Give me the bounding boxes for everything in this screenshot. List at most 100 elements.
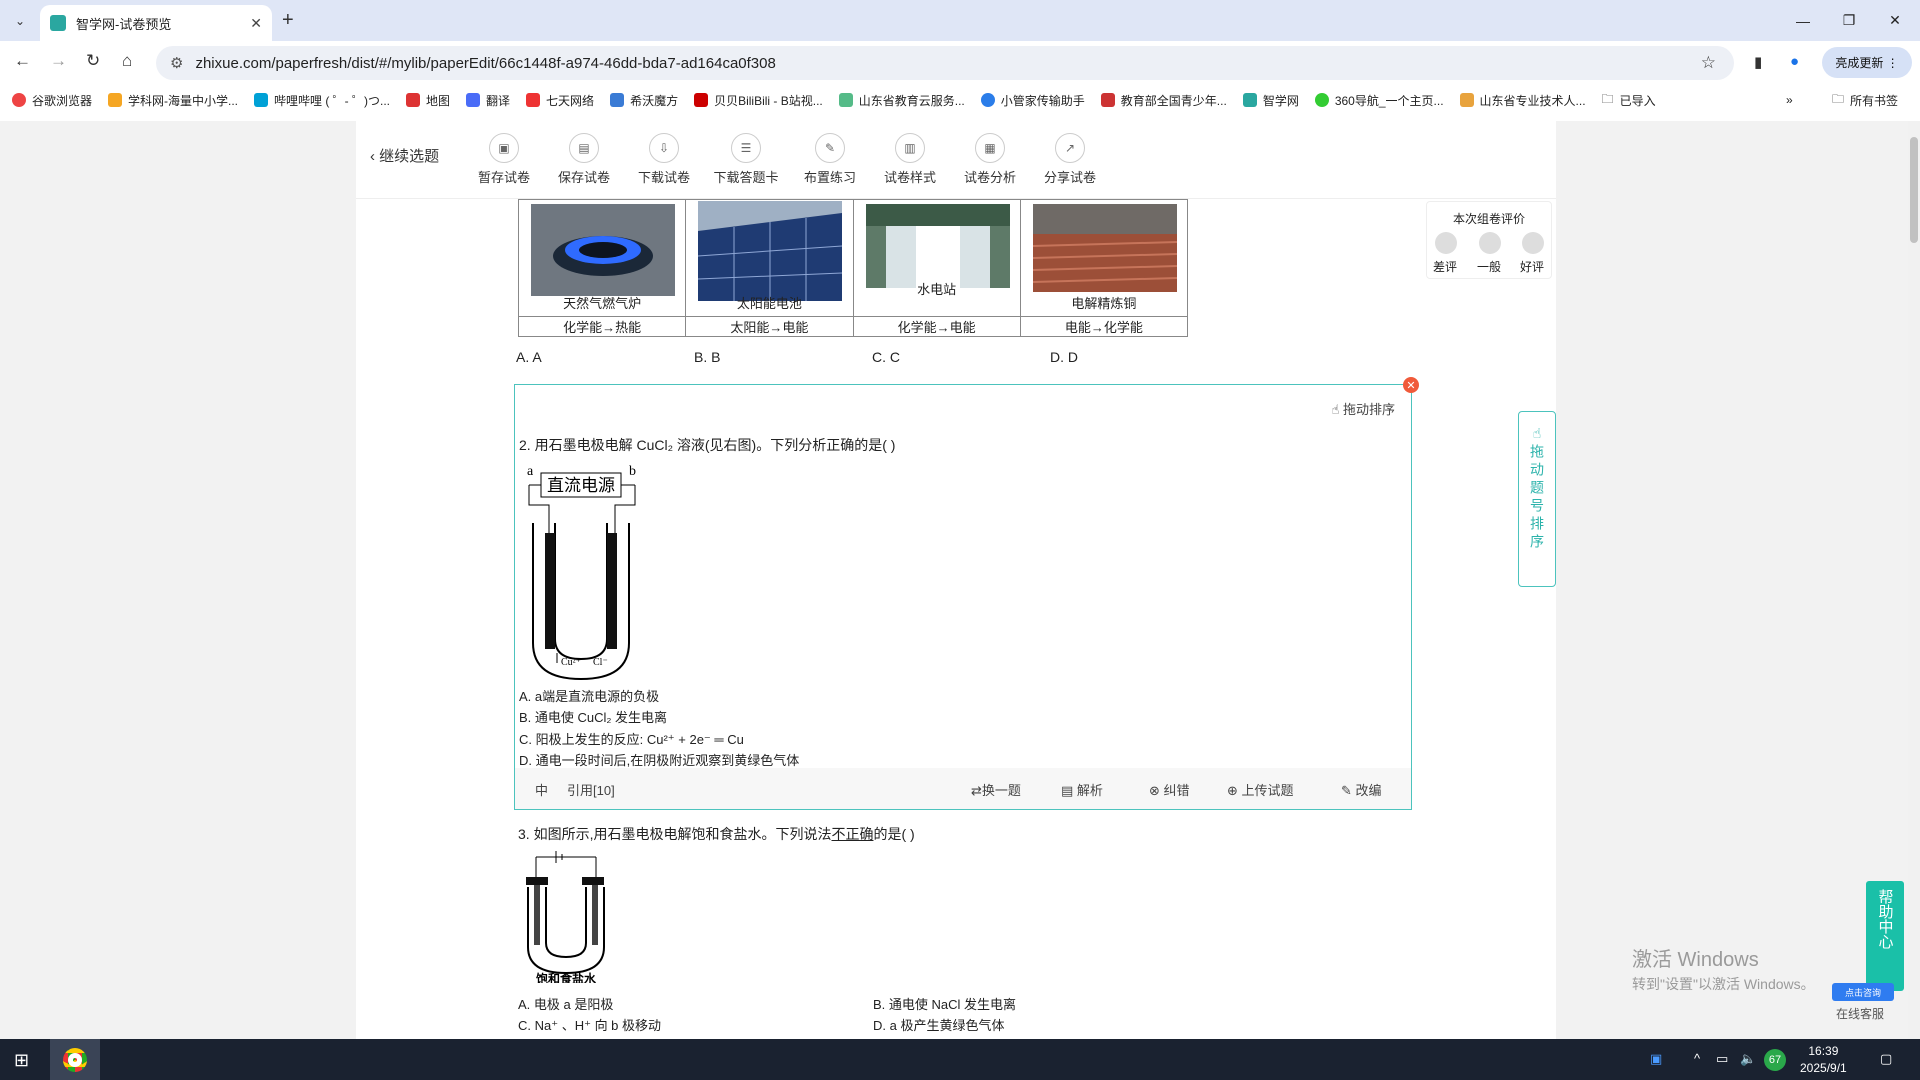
question-card-2[interactable]: ✕ ☝ 拖动排序 2. 用石墨电极电解 CuCl₂ 溶液(见右图)。下列分析正确… <box>514 377 1419 810</box>
bookmark-label: 谷歌浏览器 <box>32 93 93 108</box>
evaluation-title: 本次组卷评价 <box>1452 212 1525 226</box>
tray-chevron-up-icon[interactable]: ^ <box>1694 1051 1700 1066</box>
forward-icon[interactable]: → <box>50 51 67 71</box>
volume-icon[interactable]: 🔈 <box>1740 1051 1756 1067</box>
tab-search-chevron-icon[interactable]: ⌄ <box>8 9 32 33</box>
bookmark-item[interactable]: 360导航_一个主页... <box>1314 92 1444 109</box>
help-center-label: 帮助中心 <box>1876 889 1894 949</box>
q1-energy-conversion: 化学能→热能 <box>517 316 687 337</box>
address-bar[interactable]: ⚙ zhixue.com/paperfresh/dist/#/mylib/pap… <box>156 46 1734 80</box>
bookmark-item[interactable]: 学科网-海量中小学... <box>108 92 238 109</box>
bookmark-item[interactable]: 七天网络 <box>526 92 594 109</box>
consult-button[interactable]: 点击咨询 <box>1832 983 1894 1001</box>
chrome-icon <box>63 1047 87 1072</box>
save-draft-icon: ▣ <box>489 133 519 163</box>
online-service-link[interactable]: 在线客服 <box>1836 1005 1884 1022</box>
bookmark-folder[interactable]: 🗀 已导入 <box>1602 90 1656 111</box>
bookmark-star-icon[interactable]: ☆ <box>1701 53 1716 73</box>
bookmark-item[interactable]: 翻译 <box>466 92 510 109</box>
bookmark-label: 希沃魔方 <box>630 93 679 108</box>
q1-picture-cell: 天然气燃气炉 <box>519 200 685 316</box>
bad-face-icon[interactable] <box>1435 232 1457 254</box>
bookmark-item[interactable]: 希沃魔方 <box>610 92 678 109</box>
remove-question-icon[interactable]: ✕ <box>1403 377 1419 393</box>
map-icon <box>406 93 421 107</box>
toolbar-label: 布置练习 <box>803 170 856 185</box>
bookmark-item[interactable]: 地图 <box>406 92 450 109</box>
q2-cu-ion-label: Cu²⁺ <box>561 657 581 668</box>
q2-option-a: A. a端是直流电源的负极 <box>519 689 660 704</box>
continue-select-button[interactable]: ‹ 继续选题 <box>370 145 439 166</box>
bookmarks-more-icon[interactable]: » <box>1786 85 1793 115</box>
drag-number-sort-panel[interactable]: ☝ 拖动题号排序 <box>1518 411 1556 587</box>
bookmark-label: 哔哩哔哩 ( ゜- ゜)つ... <box>274 93 391 108</box>
paper-evaluation-box: 本次组卷评价 差评 一般 好评 <box>1426 201 1552 279</box>
drag-sort-handle[interactable]: ☝ 拖动排序 <box>1331 399 1395 418</box>
save-paper-button[interactable]: ▤ 保存试卷 <box>544 133 624 186</box>
download-answer-card-button[interactable]: ☰ 下载答题卡 <box>706 133 786 186</box>
update-button[interactable]: 亮成更新 ⋮ <box>1822 47 1912 78</box>
copper-refining-image <box>1032 204 1177 292</box>
chrome-taskbar-button[interactable] <box>50 1039 100 1080</box>
bookmark-item[interactable]: 山东省专业技术人... <box>1459 92 1586 109</box>
page-scrollbar[interactable] <box>1908 121 1920 1039</box>
browser-tab[interactable]: 智学网-试卷预览 ✕ <box>40 5 272 41</box>
paper-style-button[interactable]: ▥ 试卷样式 <box>870 133 950 186</box>
window-close-icon[interactable]: ✕ <box>1872 0 1918 41</box>
bilibili-icon <box>254 93 269 107</box>
bookmark-item[interactable]: 小管家传输助手 <box>980 92 1085 109</box>
q2-option-c: C. 阳极上发生的反应: Cu²⁺ + 2e⁻ ═ Cu <box>519 732 744 747</box>
windows-start-icon[interactable]: ⊞ <box>14 1050 29 1071</box>
analysis-button[interactable]: ▤ 解析 <box>1061 780 1103 799</box>
download-paper-button[interactable]: ⇩ 下载试卷 <box>624 133 704 186</box>
adapt-question-button[interactable]: ✎ 改编 <box>1341 780 1382 799</box>
bookmark-item[interactable]: 教育部全国青少年... <box>1100 92 1227 109</box>
q1-table: 天然气燃气炉 太阳能电池 水电站 电解精炼铜 化学能→热能 太阳能→电能 化学能… <box>517 199 1189 337</box>
close-tab-icon[interactable]: ✕ <box>250 15 262 32</box>
save-draft-button[interactable]: ▣ 暂存试卷 <box>464 133 544 186</box>
q2-stem: 2. 用石墨电极电解 CuCl₂ 溶液(见右图)。下列分析正确的是( ) <box>519 437 896 453</box>
q3-stem-text: 3. 如图所示,用石墨电极电解饱和食盐水。下列说法 <box>518 826 832 842</box>
bookmark-item[interactable]: 贝贝BiliBili - B站视... <box>694 92 823 109</box>
security-badge[interactable]: 67 <box>1764 1049 1786 1071</box>
network-icon[interactable]: ▭ <box>1716 1051 1728 1067</box>
bookmark-item[interactable]: 智学网 <box>1242 92 1299 109</box>
q1-energy-conversion: 电能→化学能 <box>1019 316 1189 337</box>
paper-analysis-button[interactable]: ▦ 试卷分析 <box>950 133 1030 186</box>
site-info-icon[interactable]: ⚙ <box>170 54 183 72</box>
new-tab-icon[interactable]: + <box>282 9 294 32</box>
side-panel-icon[interactable]: ▮ <box>1754 53 1762 71</box>
bookmark-item[interactable]: 山东省教育云服务... <box>838 92 965 109</box>
good-rating-label[interactable]: 好评 <box>1520 258 1544 275</box>
reload-icon[interactable]: ↻ <box>86 51 100 71</box>
tray-app-icon[interactable]: ▣ <box>1650 1051 1662 1067</box>
neutral-face-icon[interactable] <box>1479 232 1501 254</box>
assign-practice-button[interactable]: ✎ 布置练习 <box>790 133 870 186</box>
qitian-icon <box>526 93 541 107</box>
swap-question-button[interactable]: ⇄换一题 <box>971 780 1021 799</box>
home-icon[interactable]: ⌂ <box>122 51 132 71</box>
bookmark-label: 山东省专业技术人... <box>1479 93 1586 108</box>
bookmark-item[interactable]: 哔哩哔哩 ( ゜- ゜)つ... <box>254 92 390 109</box>
browser-toolbar: ← → ↻ ⌂ ⚙ zhixue.com/paperfresh/dist/#/m… <box>0 41 1920 83</box>
report-error-button[interactable]: ⊗ 纠错 <box>1149 780 1190 799</box>
q1-picture-cell: 太阳能电池 <box>686 200 852 316</box>
upload-question-button[interactable]: ⊕ 上传试题 <box>1227 780 1294 799</box>
bad-rating-label[interactable]: 差评 <box>1433 258 1457 275</box>
good-face-icon[interactable] <box>1522 232 1544 254</box>
profile-icon[interactable]: ● <box>1790 53 1799 70</box>
minimize-icon[interactable]: — <box>1780 0 1826 41</box>
system-clock[interactable]: 16:39 2025/9/1 <box>1800 1043 1847 1077</box>
restore-icon[interactable]: ❐ <box>1826 0 1872 41</box>
all-bookmarks[interactable]: 🗀 所有书签 <box>1832 85 1898 115</box>
chevron-left-icon: ‹ <box>370 148 375 165</box>
bookmark-item[interactable]: 谷歌浏览器 <box>12 92 92 109</box>
share-paper-button[interactable]: ↗ 分享试卷 <box>1030 133 1110 186</box>
toolbar-label: 保存试卷 <box>557 170 610 185</box>
ok-rating-label[interactable]: 一般 <box>1477 258 1501 275</box>
notification-icon[interactable]: ▢ <box>1880 1051 1892 1067</box>
help-center-button[interactable]: 帮助中心 <box>1866 881 1904 991</box>
back-icon[interactable]: ← <box>14 51 31 71</box>
sdedu-icon <box>838 93 853 107</box>
scrollbar-thumb[interactable] <box>1910 137 1918 243</box>
